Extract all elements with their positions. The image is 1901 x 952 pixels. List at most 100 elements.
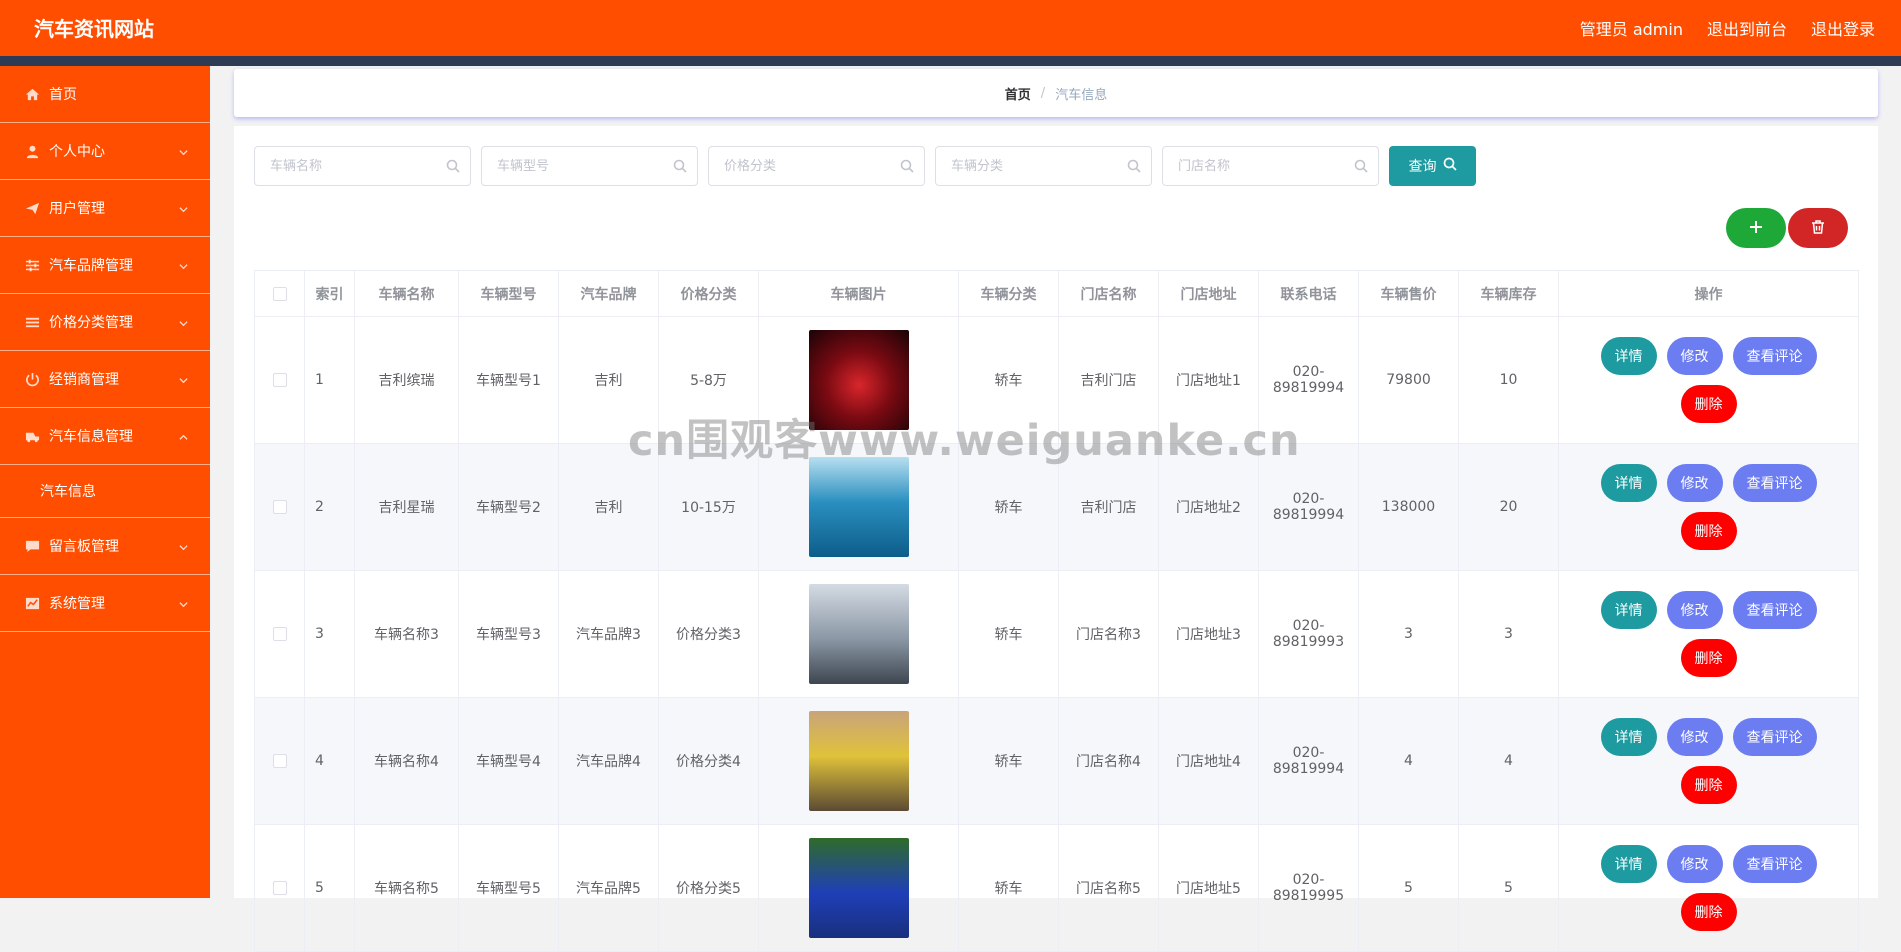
edit-button[interactable]: 修改 bbox=[1666, 591, 1723, 629]
sidebar-item-personal-center[interactable]: 个人中心 bbox=[0, 123, 210, 180]
row-checkbox[interactable] bbox=[272, 754, 287, 768]
breadcrumb-home[interactable]: 首页 bbox=[1005, 84, 1031, 103]
cell-vehicle-model: 车辆型号1 bbox=[458, 316, 559, 444]
chevron-down-icon bbox=[179, 540, 188, 551]
price-category-input[interactable] bbox=[709, 147, 924, 185]
vehicle-category-input[interactable] bbox=[936, 147, 1151, 185]
search-icon bbox=[1354, 159, 1368, 173]
trash-icon bbox=[1810, 219, 1826, 238]
select-all-cell bbox=[254, 270, 305, 317]
delete-button[interactable]: 删除 bbox=[1680, 512, 1737, 550]
sidebar-item-system-management[interactable]: 系统管理 bbox=[0, 575, 210, 632]
cell-phone: 020-89819994 bbox=[1258, 443, 1359, 571]
delete-button[interactable]: 删除 bbox=[1680, 893, 1737, 931]
cell-store: 吉利门店 bbox=[1058, 316, 1159, 444]
view-comments-button[interactable]: 查看评论 bbox=[1732, 718, 1817, 756]
detail-button[interactable]: 详情 bbox=[1600, 845, 1657, 883]
search-icon bbox=[900, 159, 914, 173]
vehicle-image[interactable] bbox=[808, 584, 909, 684]
chevron-down-icon bbox=[179, 373, 188, 384]
row-checkbox[interactable] bbox=[272, 500, 287, 514]
vehicle-image[interactable] bbox=[808, 711, 909, 811]
edit-button[interactable]: 修改 bbox=[1666, 845, 1723, 883]
breadcrumb-current: 汽车信息 bbox=[1055, 87, 1108, 103]
column-header: 门店地址 bbox=[1158, 270, 1259, 317]
query-button[interactable]: 查询 bbox=[1389, 146, 1476, 186]
cell-category: 轿车 bbox=[958, 570, 1059, 698]
sidebar-subitem-car-info[interactable]: 汽车信息 bbox=[0, 465, 210, 518]
vehicle-category-search bbox=[935, 146, 1152, 186]
cell-image bbox=[758, 824, 959, 952]
chevron-down-icon bbox=[179, 597, 188, 608]
chevron-down-icon bbox=[179, 202, 188, 213]
vehicle-image[interactable] bbox=[808, 330, 909, 430]
logout-link[interactable]: 退出登录 bbox=[1811, 16, 1875, 40]
view-comments-button[interactable]: 查看评论 bbox=[1732, 464, 1817, 502]
exit-to-front-link[interactable]: 退出到前台 bbox=[1707, 16, 1787, 40]
edit-button[interactable]: 修改 bbox=[1666, 337, 1723, 375]
sidebar-item-message-board-management[interactable]: 留言板管理 bbox=[0, 518, 210, 575]
cell-address: 门店地址4 bbox=[1158, 697, 1259, 825]
cell-ops: 详情 修改 查看评论 删除 bbox=[1558, 443, 1859, 571]
view-comments-button[interactable]: 查看评论 bbox=[1732, 591, 1817, 629]
sidebar-item-label: 留言板管理 bbox=[49, 539, 119, 555]
detail-button[interactable]: 详情 bbox=[1600, 464, 1657, 502]
vehicle-model-search bbox=[481, 146, 698, 186]
list-icon bbox=[24, 314, 40, 330]
vehicle-model-input[interactable] bbox=[482, 147, 697, 185]
delete-button[interactable]: 删除 bbox=[1680, 639, 1737, 677]
view-comments-button[interactable]: 查看评论 bbox=[1732, 845, 1817, 883]
edit-button[interactable]: 修改 bbox=[1666, 464, 1723, 502]
cell-index: 5 bbox=[304, 824, 355, 952]
chat-icon bbox=[24, 538, 40, 554]
vehicle-image[interactable] bbox=[808, 838, 909, 938]
cell-ops: 详情 修改 查看评论 删除 bbox=[1558, 824, 1859, 952]
table-row: 5 车辆名称5 车辆型号5 汽车品牌5 价格分类5 轿车 门店名称5 门店地址5… bbox=[254, 824, 1859, 952]
add-button[interactable] bbox=[1726, 208, 1786, 248]
breadcrumb-separator: / bbox=[1040, 85, 1046, 101]
chevron-down-icon bbox=[179, 259, 188, 270]
view-comments-button[interactable]: 查看评论 bbox=[1732, 337, 1817, 375]
column-header: 车辆库存 bbox=[1458, 270, 1559, 317]
delete-button[interactable]: 删除 bbox=[1680, 766, 1737, 804]
cell-image bbox=[758, 570, 959, 698]
row-checkbox[interactable] bbox=[272, 881, 287, 895]
sidebar-item-user-management[interactable]: 用户管理 bbox=[0, 180, 210, 237]
sidebar-item-dealer-management[interactable]: 经销商管理 bbox=[0, 351, 210, 408]
sidebar-item-home[interactable]: 首页 bbox=[0, 66, 210, 123]
sidebar-subitem-label: 汽车信息 bbox=[40, 484, 96, 500]
select-all-checkbox[interactable] bbox=[272, 286, 287, 301]
search-icon bbox=[1443, 157, 1457, 175]
search-icon bbox=[673, 159, 687, 173]
edit-button[interactable]: 修改 bbox=[1666, 718, 1723, 756]
detail-button[interactable]: 详情 bbox=[1600, 718, 1657, 756]
sidebar-item-brand-management[interactable]: 汽车品牌管理 bbox=[0, 237, 210, 294]
row-checkbox[interactable] bbox=[272, 373, 287, 387]
sidebar-item-car-info-management[interactable]: 汽车信息管理 bbox=[0, 408, 210, 465]
paper-plane-icon bbox=[24, 200, 40, 216]
cell-store: 门店名称5 bbox=[1058, 824, 1159, 952]
header-links: 管理员 admin 退出到前台 退出登录 bbox=[1580, 16, 1875, 40]
cell-index: 4 bbox=[304, 697, 355, 825]
vehicle-image[interactable] bbox=[808, 457, 909, 557]
delete-button[interactable]: 删除 bbox=[1680, 385, 1737, 423]
cell-price: 138000 bbox=[1358, 443, 1459, 571]
detail-button[interactable]: 详情 bbox=[1600, 591, 1657, 629]
cell-index: 1 bbox=[304, 316, 355, 444]
cell-vehicle-name: 吉利星瑞 bbox=[354, 443, 459, 571]
chevron-up-icon bbox=[179, 430, 188, 440]
store-name-input[interactable] bbox=[1163, 147, 1378, 185]
detail-button[interactable]: 详情 bbox=[1600, 337, 1657, 375]
sidebar-item-price-category-management[interactable]: 价格分类管理 bbox=[0, 294, 210, 351]
cell-stock: 10 bbox=[1458, 316, 1559, 444]
store-name-search bbox=[1162, 146, 1379, 186]
vehicle-name-input[interactable] bbox=[255, 147, 470, 185]
cell-phone: 020-89819994 bbox=[1258, 316, 1359, 444]
power-icon bbox=[24, 371, 40, 387]
cell-brand: 汽车品牌3 bbox=[558, 570, 659, 698]
row-checkbox[interactable] bbox=[272, 627, 287, 641]
batch-delete-button[interactable] bbox=[1788, 208, 1848, 248]
admin-user-link[interactable]: 管理员 admin bbox=[1580, 16, 1683, 40]
cell-store: 门店名称4 bbox=[1058, 697, 1159, 825]
cell-phone: 020-89819994 bbox=[1258, 697, 1359, 825]
